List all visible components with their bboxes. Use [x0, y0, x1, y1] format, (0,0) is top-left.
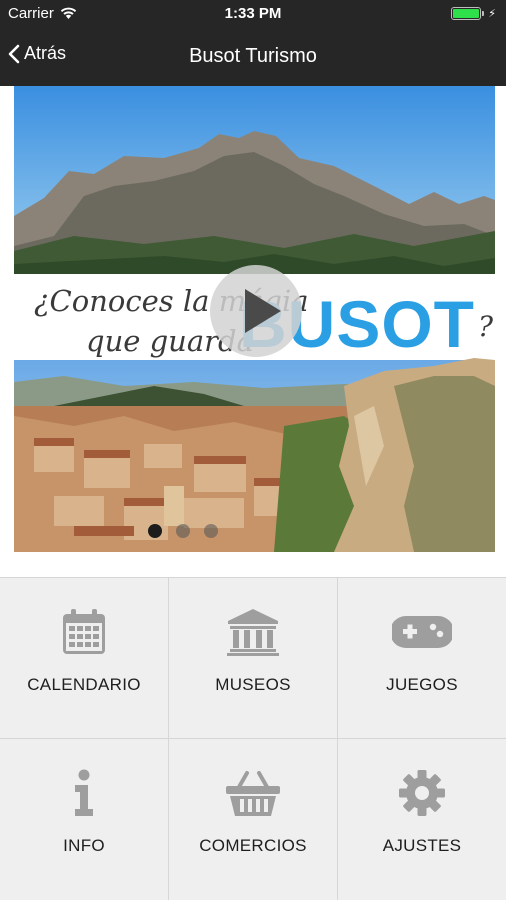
page-dot-3[interactable]: [204, 524, 218, 538]
battery-icon: [451, 7, 482, 20]
menu-item-label: INFO: [63, 836, 105, 855]
charging-icon: ⚡: [488, 8, 496, 20]
info-icon: [75, 769, 93, 816]
menu-item-info[interactable]: INFO: [0, 739, 169, 900]
main-menu-grid: CALENDARIO MUSEOS JUEGOS INFO COMERCIOS …: [0, 577, 506, 900]
menu-item-label: AJUSTES: [382, 836, 462, 855]
page-indicator: [148, 524, 218, 538]
page-title: Busot Turismo: [189, 45, 317, 67]
menu-item-juegos[interactable]: JUEGOS: [338, 578, 506, 739]
gear-icon: [399, 770, 445, 816]
navigation-bar: Atrás Busot Turismo: [0, 28, 506, 86]
menu-item-ajustes[interactable]: AJUSTES: [338, 739, 506, 900]
status-bar: Carrier 1:33 PM ⚡: [0, 0, 506, 28]
calendar-icon: [63, 609, 105, 654]
play-button[interactable]: [210, 265, 302, 357]
promo-question-mark: ?: [478, 310, 494, 343]
status-time: 1:33 PM: [224, 5, 282, 22]
menu-item-label: COMERCIOS: [199, 836, 307, 855]
page-dot-2[interactable]: [176, 524, 190, 538]
battery-indicator: ⚡: [451, 7, 496, 20]
page-dot-1[interactable]: [148, 524, 162, 538]
menu-item-label: CALENDARIO: [27, 675, 141, 694]
basket-icon: [226, 771, 280, 816]
menu-item-label: JUEGOS: [386, 675, 458, 694]
menu-item-museos[interactable]: MUSEOS: [169, 578, 338, 739]
play-icon: [245, 289, 281, 333]
museum-icon: [227, 609, 279, 656]
hero-video[interactable]: ¿Conoces la mágia que guarda BUSOT ?: [14, 86, 495, 552]
menu-item-calendario[interactable]: CALENDARIO: [0, 578, 169, 739]
menu-item-label: MUSEOS: [215, 675, 291, 694]
gamepad-icon: [392, 616, 452, 648]
menu-item-comercios[interactable]: COMERCIOS: [169, 739, 338, 900]
